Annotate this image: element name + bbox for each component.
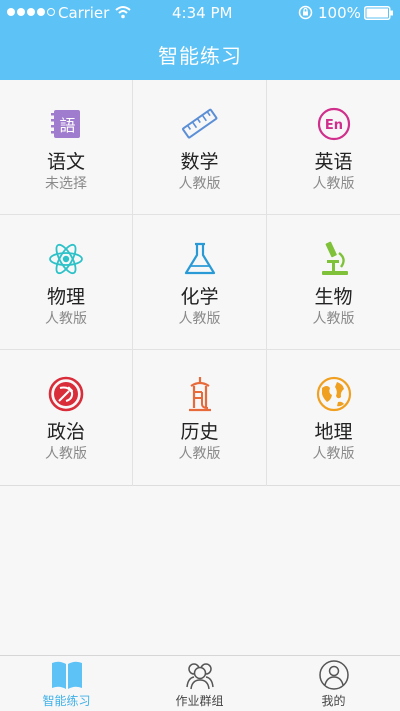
- nav-header: Carrier 4:34 PM 100% 智能练习: [0, 0, 400, 80]
- subject-name: 英语: [314, 151, 353, 173]
- wifi-icon: [115, 6, 131, 19]
- english-en-icon: En: [317, 107, 350, 141]
- group-icon: [185, 663, 214, 690]
- hammer-sickle-icon: [48, 376, 84, 412]
- subject-chinese[interactable]: 語 语文 未选择: [0, 80, 133, 215]
- tab-smart-practice[interactable]: 智能练习: [0, 656, 133, 711]
- subject-edition: 人教版: [178, 446, 221, 462]
- subject-edition: 人教版: [312, 446, 355, 462]
- ruler-icon: [181, 108, 217, 139]
- carrier-label: Carrier: [58, 4, 110, 22]
- subject-chemistry[interactable]: 化学 人教版: [133, 215, 267, 350]
- profile-icon: [318, 660, 349, 690]
- tab-homework-groups[interactable]: 作业群组: [133, 656, 266, 711]
- atom-icon: [49, 243, 83, 275]
- page-title: 智能练习: [158, 44, 242, 68]
- globe-icon: [316, 376, 351, 412]
- subject-edition: 未选择: [45, 176, 87, 192]
- subject-name: 化学: [180, 286, 219, 308]
- subject-name: 数学: [180, 151, 219, 173]
- subject-edition: 人教版: [178, 311, 221, 327]
- subject-biology[interactable]: 生物 人教版: [267, 215, 400, 350]
- subject-name: 地理: [314, 421, 353, 443]
- signal-strength-icon: [7, 8, 55, 16]
- subject-math[interactable]: 数学 人教版: [133, 80, 267, 215]
- tab-label: 作业群组: [175, 694, 224, 708]
- svg-text:語: 語: [59, 116, 75, 135]
- chinese-book-icon: 語: [51, 110, 80, 138]
- subject-name: 政治: [46, 421, 85, 443]
- subject-name: 生物: [314, 286, 353, 308]
- flask-icon: [184, 242, 215, 275]
- subject-edition: 人教版: [45, 311, 87, 327]
- subject-edition: 人教版: [312, 311, 355, 327]
- battery-percentage: 100%: [318, 4, 361, 22]
- clock: 4:34 PM: [172, 4, 233, 22]
- subject-english[interactable]: En 英语 人教版: [267, 80, 400, 215]
- subject-edition: 人教版: [178, 176, 221, 192]
- book-icon: [51, 661, 82, 689]
- svg-text:En: En: [324, 118, 342, 133]
- subject-geography[interactable]: 地理 人教版: [267, 350, 400, 486]
- microscope-icon: [321, 241, 348, 275]
- tab-label: 我的: [321, 694, 346, 708]
- subject-name: 语文: [46, 151, 85, 173]
- subject-history[interactable]: 历史 人教版: [133, 350, 267, 486]
- tab-mine[interactable]: 我的: [267, 656, 400, 711]
- subject-edition: 人教版: [312, 176, 355, 192]
- rotation-lock-icon: [298, 5, 313, 20]
- subject-name: 历史: [180, 421, 219, 443]
- status-bar: Carrier 4:34 PM 100%: [0, 0, 400, 26]
- subject-name: 物理: [46, 286, 85, 308]
- subject-edition: 人教版: [45, 446, 87, 462]
- pagoda-icon: [188, 377, 211, 412]
- subject-physics[interactable]: 物理 人教版: [0, 215, 133, 350]
- subject-grid: 語 语文 未选择 数学 人教版 En 英语 人教版 物理 人教版 化学 人教版 …: [0, 80, 400, 486]
- tab-bar: 智能练习 作业群组 我的: [0, 655, 400, 711]
- subject-politics[interactable]: 政治 人教版: [0, 350, 133, 486]
- tab-label: 智能练习: [42, 694, 91, 708]
- battery-icon: [364, 6, 393, 20]
